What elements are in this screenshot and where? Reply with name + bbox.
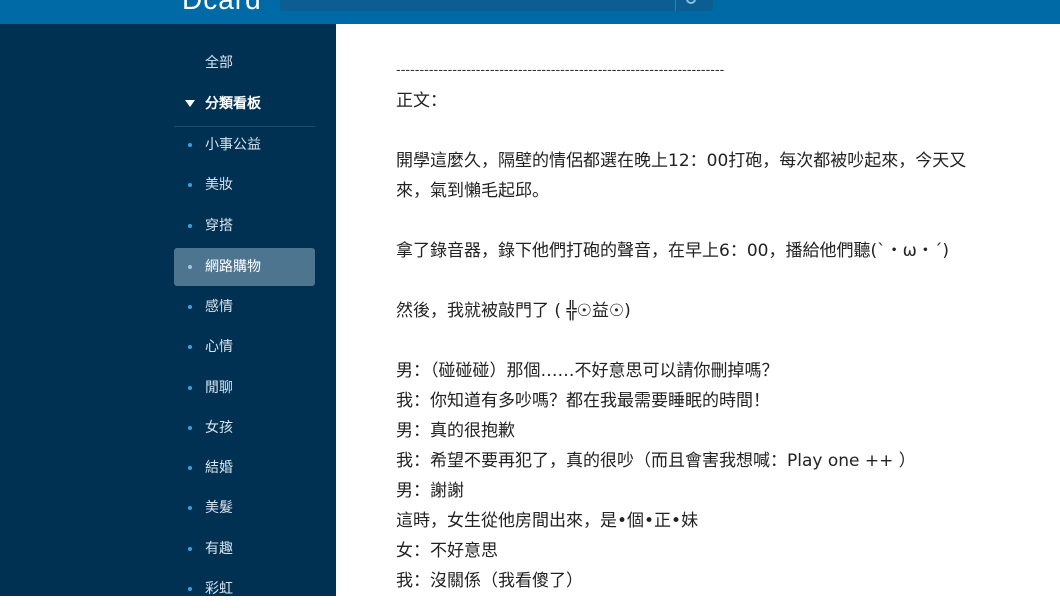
post-line: 女：不好意思 xyxy=(396,541,498,561)
bullet-icon xyxy=(188,587,192,591)
sidebar-item[interactable]: 美妝 xyxy=(174,166,315,204)
post-line: 我：沒關係（我看傻了） xyxy=(396,571,583,591)
sidebar-group-categories[interactable]: 分類看板 xyxy=(174,85,315,123)
post-line: 我：希望不要再犯了，真的很吵（而且會害我想喊：Play one ++ ） xyxy=(396,451,916,471)
sidebar-item-label: 小事公益 xyxy=(205,137,261,153)
dcard-logo[interactable]: Dcard xyxy=(182,0,262,14)
bullet-icon xyxy=(188,547,192,551)
sidebar-item[interactable]: 彩虹 xyxy=(174,570,315,608)
bullet-icon xyxy=(188,143,192,147)
post-heading: 正文： xyxy=(396,91,447,111)
sidebar-item-active[interactable]: 網路購物 xyxy=(174,248,315,286)
sidebar-item[interactable]: 結婚 xyxy=(174,449,315,487)
top-bar: Dcard xyxy=(0,0,1060,24)
sidebar-item-label: 穿搭 xyxy=(205,218,233,234)
post-content: ----------------------------------------… xyxy=(396,56,1016,596)
sidebar-item-label: 感情 xyxy=(205,299,233,315)
bullet-icon xyxy=(188,426,192,430)
bullet-icon xyxy=(188,305,192,309)
caret-down-icon xyxy=(185,100,195,107)
post-line: 然後，我就被敲門了 ( ╬☉益☉) xyxy=(396,301,631,321)
post-separator: ----------------------------------------… xyxy=(396,63,725,78)
sidebar-group-label: 分類看板 xyxy=(205,96,261,112)
sidebar-item[interactable]: 心情 xyxy=(174,328,315,366)
bullet-icon xyxy=(188,345,192,349)
post-line: 開學這麼久，隔壁的情侶都選在晚上12：00打砲，每次都被吵起來，今天又 xyxy=(396,151,967,171)
sidebar-item-label: 網路購物 xyxy=(205,259,261,275)
search-input[interactable] xyxy=(280,0,713,11)
sidebar-item-label: 女孩 xyxy=(205,420,233,436)
bullet-icon xyxy=(188,466,192,470)
sidebar-item-label: 全部 xyxy=(205,55,233,71)
sidebar-item-label: 閒聊 xyxy=(205,380,233,396)
bullet-icon xyxy=(188,506,192,510)
sidebar-item[interactable]: 閒聊 xyxy=(174,369,315,407)
post-line: 男：謝謝 xyxy=(396,481,464,501)
sidebar-item[interactable]: 穿搭 xyxy=(174,207,315,245)
sidebar-item-label: 結婚 xyxy=(205,460,233,476)
post-line: 這時，女生從他房間出來，是•個•正•妹 xyxy=(396,511,699,531)
bullet-icon xyxy=(188,386,192,390)
sidebar-item[interactable]: 美髮 xyxy=(174,489,315,527)
sidebar-item[interactable]: 小事公益 xyxy=(174,126,315,164)
post-line: 拿了錄音器，錄下他們打砲的聲音，在早上6：00，播給他們聽(`・ω・´) xyxy=(396,241,949,261)
sidebar-item-label: 彩虹 xyxy=(205,581,233,597)
bullet-icon xyxy=(188,224,192,228)
post-line: 我：你知道有多吵嗎？都在我最需要睡眠的時間！ xyxy=(396,391,770,411)
search-divider xyxy=(675,0,676,11)
bullet-icon xyxy=(188,265,192,269)
post-line: 男：（碰碰碰）那個……不好意思可以請你刪掉嗎？ xyxy=(396,361,779,381)
sidebar-item-all[interactable]: 全部 xyxy=(174,44,315,82)
bullet-icon xyxy=(188,183,192,187)
sidebar-item-label: 美髮 xyxy=(205,500,233,516)
post-line: 來，氣到懶毛起邱。 xyxy=(396,181,549,201)
sidebar-item[interactable]: 感情 xyxy=(174,288,315,326)
sidebar-item-label: 美妝 xyxy=(205,177,233,193)
sidebar-item[interactable]: 有趣 xyxy=(174,530,315,568)
sidebar-item[interactable]: 女孩 xyxy=(174,409,315,447)
post-line: 男：真的很抱歉 xyxy=(396,421,515,441)
sidebar-item-label: 心情 xyxy=(205,339,233,355)
sidebar-item-label: 有趣 xyxy=(205,541,233,557)
